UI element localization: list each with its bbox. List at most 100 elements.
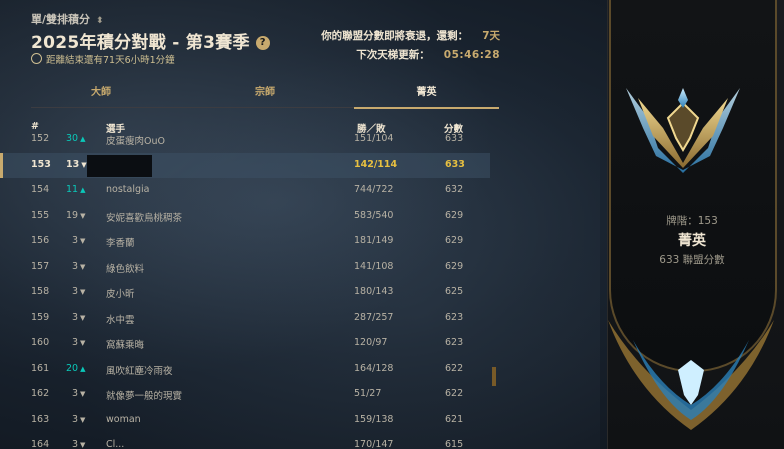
rank-change: 3 ▼	[72, 235, 85, 246]
rank-cell: 164	[31, 439, 50, 449]
points-cell: 622	[445, 362, 464, 374]
player-name: 皮蛋瘦肉OuO	[106, 136, 165, 147]
points-cell: 625	[445, 286, 464, 297]
rank-cell: 157	[31, 260, 50, 272]
rank-change: 3 ▼	[72, 261, 85, 272]
scrollbar-thumb[interactable]	[492, 367, 496, 386]
ladder-update-info: 下次天梯更新： 05:46:28	[356, 47, 500, 62]
season-title: 2025年積分對戰 - 第3賽季	[31, 33, 250, 53]
rank-change: 30 ▲	[66, 133, 85, 144]
table-row-current-player[interactable]: 153 13 ▼ 142/114 633	[0, 152, 490, 178]
table-row[interactable]: 163 3 ▼ woman 159/138 621	[0, 408, 490, 433]
arrow-up-icon: ▲	[80, 135, 86, 143]
rank-change: 3 ▼	[72, 337, 85, 348]
player-name: nostalgia	[106, 184, 150, 195]
arrow-down-icon: ▼	[80, 313, 86, 322]
rank-change: 20 ▲	[66, 363, 85, 374]
rank-change-value: 3	[72, 388, 79, 399]
points-cell: 632	[445, 184, 464, 195]
win-loss-cell: 51/27	[354, 388, 382, 399]
player-name: woman	[106, 413, 141, 425]
decay-value: 7天	[482, 30, 500, 42]
tab-challenger[interactable]: 菁英	[354, 83, 499, 109]
rank-change: 13 ▼	[66, 159, 87, 170]
rank-change-value: 13	[66, 158, 80, 170]
column-rank: #	[31, 121, 39, 132]
table-row[interactable]: 162 3 ▼ 就像夢一般的現實 51/27 622	[0, 382, 490, 407]
rank-change-value: 19	[66, 209, 79, 221]
table-row[interactable]: 156 3 ▼ 李香蘭 181/149 629	[0, 229, 490, 254]
tab-master[interactable]: 大師	[31, 83, 171, 107]
rank-change: 3 ▼	[72, 439, 85, 449]
rank-change-value: 3	[72, 260, 79, 272]
rank-cell: 159	[31, 311, 50, 323]
rank-change-value: 11	[66, 184, 79, 195]
player-name: 水中雲	[106, 314, 135, 326]
rank-cell: 162	[31, 388, 50, 399]
league-points: 633 聯盟分數	[659, 254, 725, 266]
sort-arrows-icon: ⬍	[96, 16, 104, 26]
challenger-crest-icon	[626, 88, 740, 173]
table-row[interactable]: 161 20 ▲ 風吹紅塵冷雨夜 164/128 622	[0, 357, 490, 382]
points-cell: 629	[445, 209, 464, 221]
arrow-down-icon: ▼	[80, 237, 86, 245]
arrow-up-icon: ▲	[80, 364, 86, 373]
rank-change-value: 3	[72, 235, 79, 246]
rank-cell: 153	[31, 158, 51, 170]
table-row[interactable]: 152 30 ▲ 皮蛋瘦肉OuO 151/104 633	[0, 133, 490, 152]
rank-cell: 163	[31, 413, 50, 425]
queue-label: 單/雙排積分	[31, 13, 91, 26]
player-name: 李香蘭	[106, 238, 135, 249]
rank-change-value: 3	[72, 337, 79, 348]
arrow-up-icon: ▲	[80, 186, 86, 194]
rank-change-value: 20	[66, 362, 79, 374]
ladder-list: 152 30 ▲ 皮蛋瘦肉OuO 151/104 633 153 13 ▼ 142/114 633 1…	[0, 133, 500, 449]
arrow-down-icon: ▼	[80, 441, 86, 449]
rank-change: 11 ▲	[66, 184, 85, 195]
points-cell: 623	[445, 337, 464, 348]
current-player-marker	[0, 152, 3, 178]
win-loss-cell: 164/128	[354, 362, 394, 374]
rank-change-value: 3	[72, 413, 79, 425]
tier-rank-label: 牌階：153	[666, 215, 718, 227]
season-remaining: 距離結束還有71天6小時1分鐘	[46, 55, 175, 66]
arrow-down-icon: ▼	[80, 390, 86, 398]
points-cell: 629	[445, 235, 464, 246]
arrow-down-icon: ▼	[81, 160, 87, 169]
player-name: 風吹紅塵冷雨夜	[106, 365, 173, 377]
win-loss-cell: 159/138	[354, 413, 394, 425]
queue-selector[interactable]: 單/雙排積分 ⬍	[31, 11, 104, 27]
player-name: 安妮喜歡烏桃稠茶	[106, 212, 183, 224]
arrow-down-icon: ▼	[80, 211, 86, 220]
table-row[interactable]: 159 3 ▼ 水中雲 287/257 623	[0, 306, 490, 331]
clock-icon	[31, 53, 42, 64]
table-row[interactable]: 157 3 ▼ 綠色飲料 141/108 629	[0, 255, 490, 280]
rank-cell: 160	[31, 337, 50, 348]
table-row[interactable]: 158 3 ▼ 皮小昕 180/143 625	[0, 280, 490, 305]
player-name: Cl...	[106, 439, 125, 449]
tab-grandmaster[interactable]: 宗師	[195, 83, 335, 107]
decay-info: 你的聯盟分數即將衰退，還剩： 7天	[321, 28, 500, 43]
player-name: 窩蘇乘晦	[106, 340, 145, 351]
points-cell: 622	[445, 388, 464, 399]
win-loss-cell: 151/104	[354, 133, 394, 144]
rank-change: 3 ▼	[72, 312, 85, 323]
win-loss-cell: 170/147	[354, 439, 394, 449]
rank-cell: 155	[31, 209, 50, 221]
redacted-name	[87, 154, 152, 177]
rank-change: 3 ▼	[72, 286, 85, 297]
table-row[interactable]: 160 3 ▼ 窩蘇乘晦 120/97 623	[0, 331, 490, 356]
table-row[interactable]: 155 19 ▼ 安妮喜歡烏桃稠茶 583/540 629	[0, 204, 490, 229]
table-row[interactable]: 154 11 ▲ nostalgia 744/722 632	[0, 178, 490, 203]
rank-cell: 161	[31, 362, 50, 374]
help-icon[interactable]: ?	[255, 36, 270, 50]
win-loss-cell: 583/540	[354, 209, 394, 221]
win-loss-cell: 120/97	[354, 337, 388, 348]
table-row[interactable]: 164 3 ▼ Cl... 170/147 615	[0, 433, 490, 449]
ladder-label: 下次天梯更新：	[356, 49, 430, 61]
player-name: 皮小昕	[106, 289, 135, 300]
win-loss-cell: 142/114	[354, 158, 398, 170]
arrow-down-icon: ▼	[80, 415, 86, 424]
arrow-down-icon: ▼	[80, 339, 86, 347]
points-cell: 623	[445, 311, 464, 323]
